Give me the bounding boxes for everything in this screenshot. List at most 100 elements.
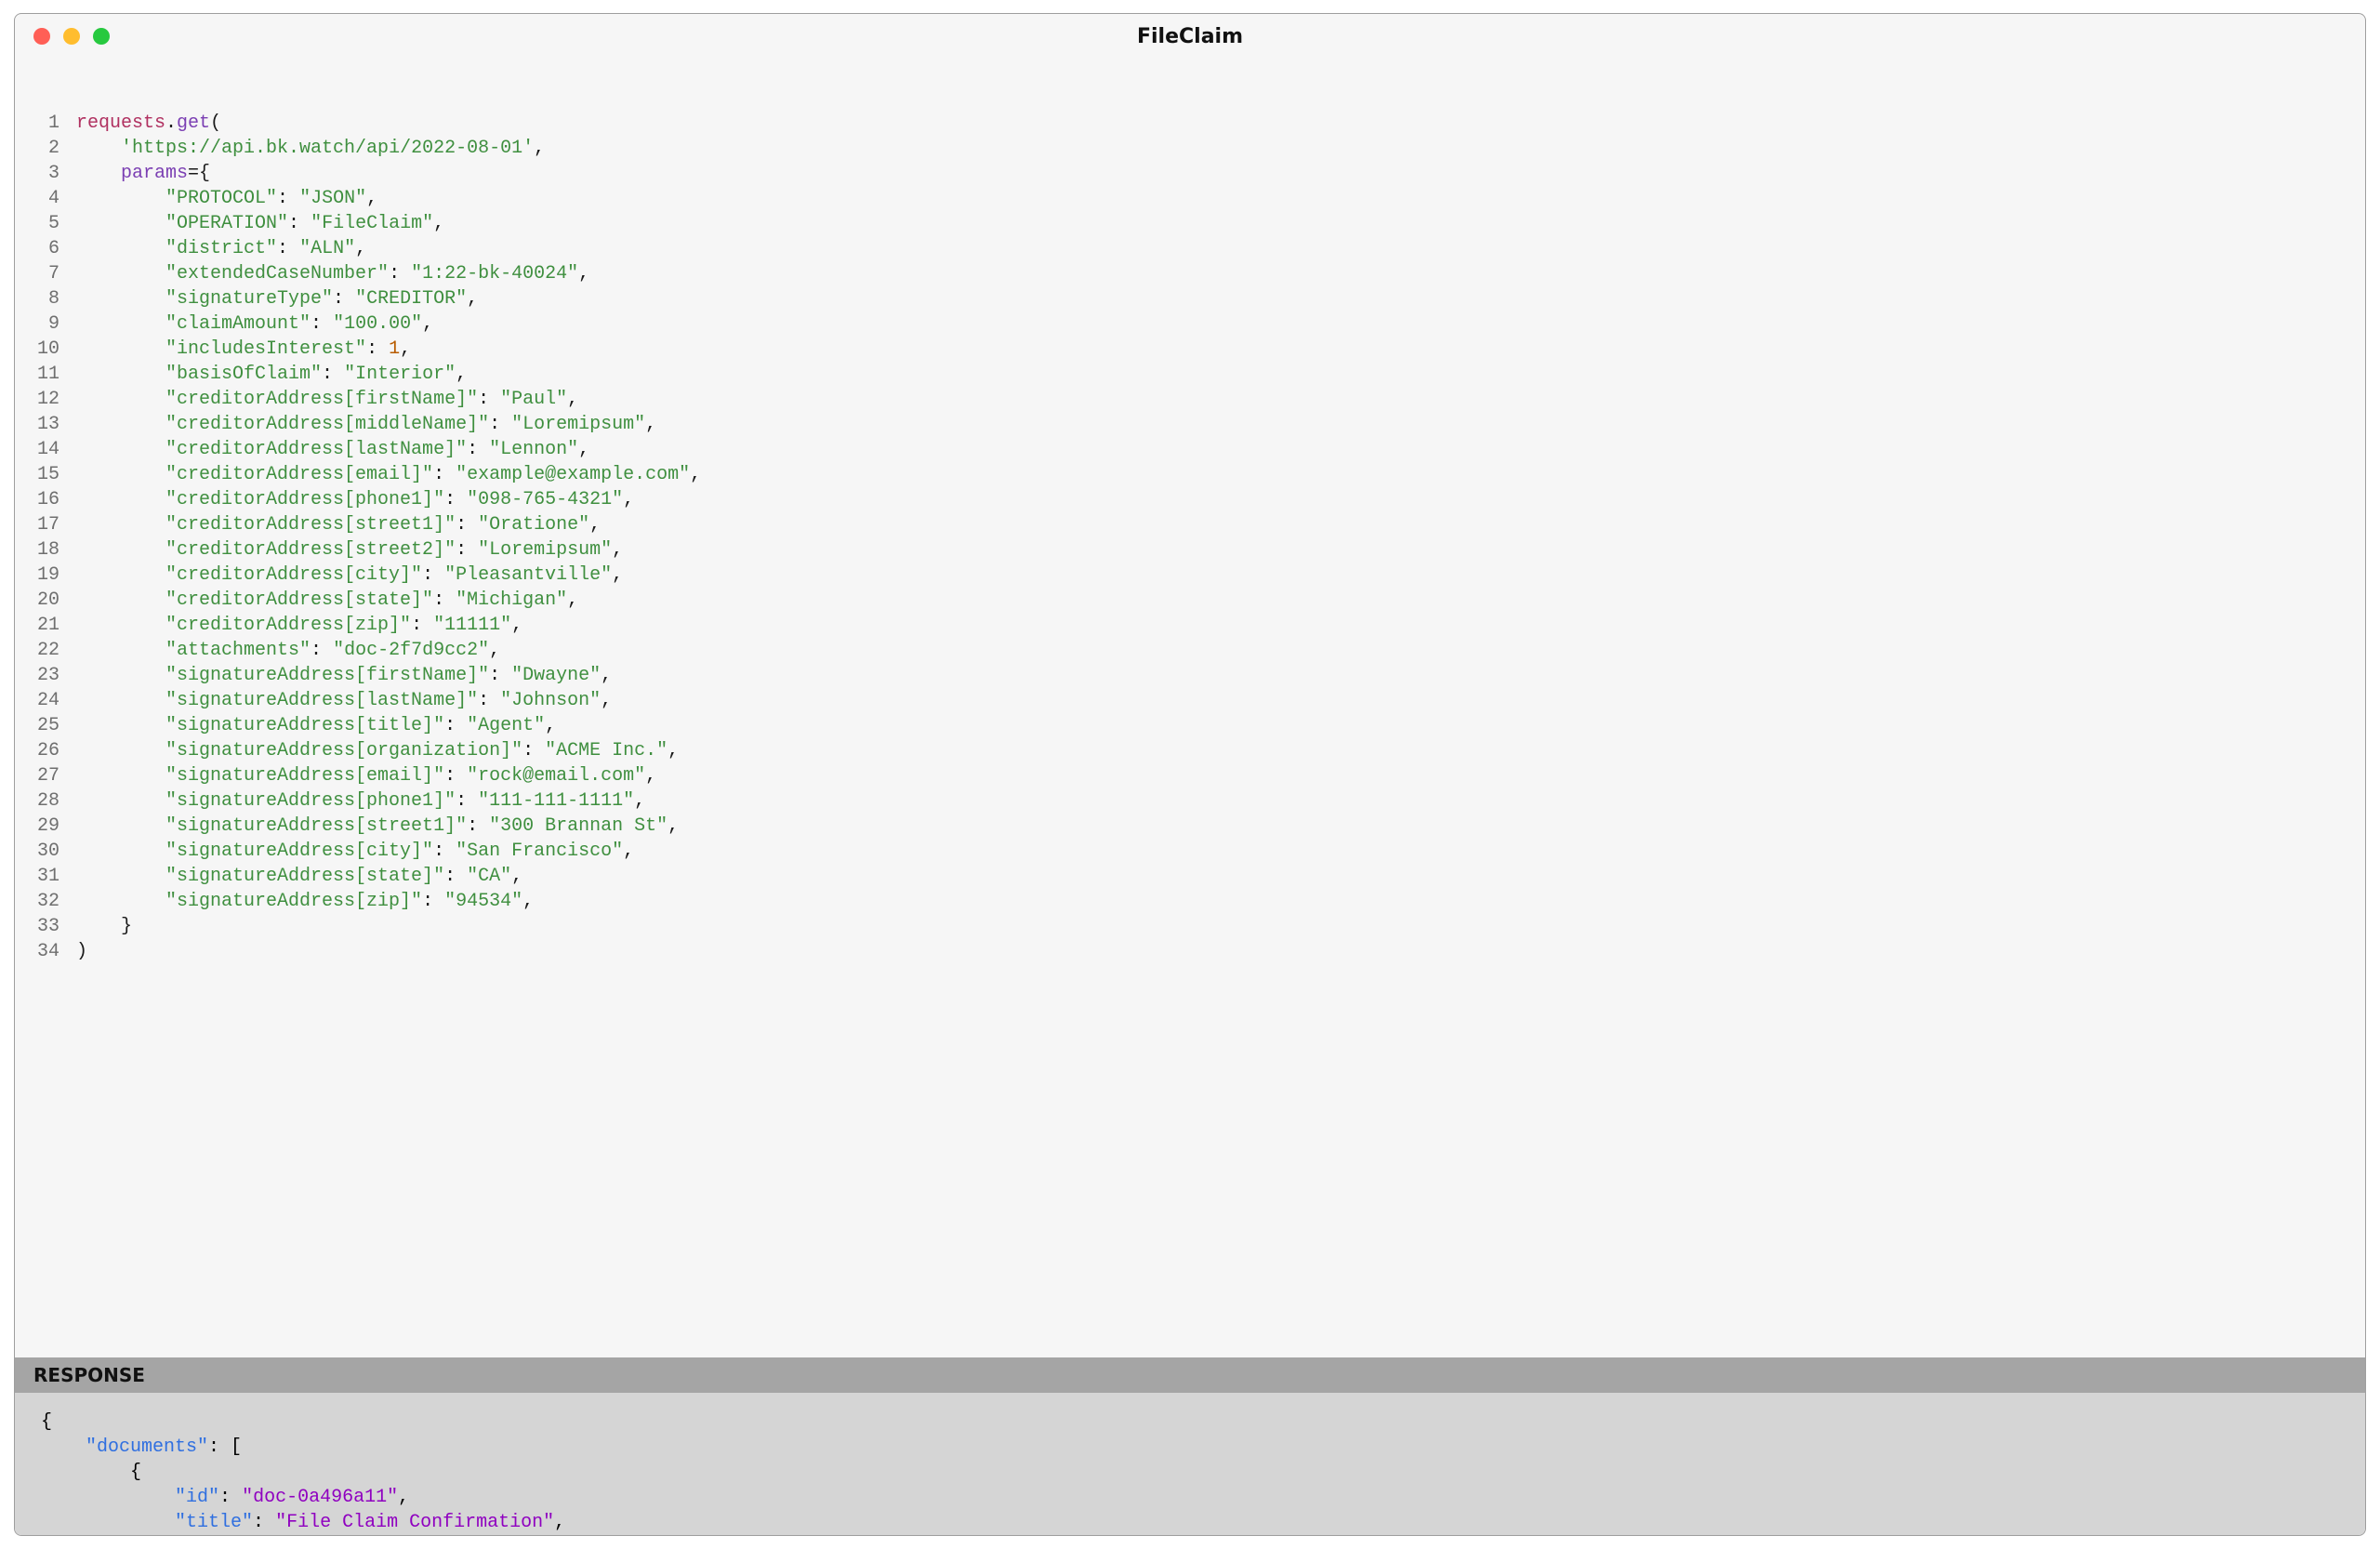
code-text: "creditorAddress[street1]": "Oratione", — [76, 512, 601, 537]
code-line: 2 'https://api.bk.watch/api/2022-08-01', — [15, 136, 2365, 161]
window-controls — [33, 14, 110, 59]
code-line: 22 "attachments": "doc-2f7d9cc2", — [15, 638, 2365, 663]
code-text: "creditorAddress[lastName]": "Lennon", — [76, 437, 589, 462]
code-text: 'https://api.bk.watch/api/2022-08-01', — [76, 136, 545, 161]
line-number: 6 — [15, 236, 76, 261]
code-text: "creditorAddress[zip]": "11111", — [76, 613, 522, 638]
code-text: "signatureAddress[title]": "Agent", — [76, 713, 556, 738]
code-line: 34) — [15, 939, 2365, 964]
line-number: 26 — [15, 738, 76, 763]
code-text: "claimAmount": "100.00", — [76, 311, 433, 337]
response-heading: RESPONSE — [15, 1357, 2365, 1393]
line-number: 23 — [15, 663, 76, 688]
code-line: 15 "creditorAddress[email]": "example@ex… — [15, 462, 2365, 487]
code-line: 25 "signatureAddress[title]": "Agent", — [15, 713, 2365, 738]
code-text: "creditorAddress[email]": "example@examp… — [76, 462, 701, 487]
code-text: "signatureType": "CREDITOR", — [76, 286, 478, 311]
code-line: 33 } — [15, 914, 2365, 939]
line-number: 30 — [15, 839, 76, 864]
line-number: 20 — [15, 588, 76, 613]
code-text: "basisOfClaim": "Interior", — [76, 362, 467, 387]
line-number: 31 — [15, 864, 76, 889]
window-title: FileClaim — [1137, 25, 1243, 48]
line-number: 4 — [15, 186, 76, 211]
code-text: "PROTOCOL": "JSON", — [76, 186, 377, 211]
code-text: "extendedCaseNumber": "1:22-bk-40024", — [76, 261, 589, 286]
response-body[interactable]: { "documents": [ { "id": "doc-0a496a11",… — [15, 1393, 2365, 1535]
line-number: 8 — [15, 286, 76, 311]
line-number: 1 — [15, 111, 76, 136]
code-text: "signatureAddress[state]": "CA", — [76, 864, 522, 889]
line-number: 3 — [15, 161, 76, 186]
line-number: 7 — [15, 261, 76, 286]
line-number: 5 — [15, 211, 76, 236]
line-number: 32 — [15, 889, 76, 914]
line-number: 15 — [15, 462, 76, 487]
response-line: { — [41, 1460, 2339, 1485]
code-line: 16 "creditorAddress[phone1]": "098-765-4… — [15, 487, 2365, 512]
code-text: "signatureAddress[lastName]": "Johnson", — [76, 688, 612, 713]
line-number: 28 — [15, 788, 76, 814]
code-line: 12 "creditorAddress[firstName]": "Paul", — [15, 387, 2365, 412]
line-number: 13 — [15, 412, 76, 437]
code-text: "signatureAddress[phone1]": "111-111-111… — [76, 788, 645, 814]
code-text: "OPERATION": "FileClaim", — [76, 211, 444, 236]
response-text: "documents": [ — [41, 1435, 242, 1460]
code-text: "signatureAddress[organization]": "ACME … — [76, 738, 679, 763]
code-line: 28 "signatureAddress[phone1]": "111-111-… — [15, 788, 2365, 814]
code-text: "signatureAddress[zip]": "94534", — [76, 889, 534, 914]
line-number: 2 — [15, 136, 76, 161]
code-line: 11 "basisOfClaim": "Interior", — [15, 362, 2365, 387]
code-line: 21 "creditorAddress[zip]": "11111", — [15, 613, 2365, 638]
response-text: { — [41, 1460, 141, 1485]
response-line: "documents": [ — [41, 1435, 2339, 1460]
code-text: "includesInterest": 1, — [76, 337, 411, 362]
code-pane[interactable]: 1requests.get(2 'https://api.bk.watch/ap… — [15, 59, 2365, 1357]
line-number: 24 — [15, 688, 76, 713]
code-line: 30 "signatureAddress[city]": "San Franci… — [15, 839, 2365, 864]
code-line: 26 "signatureAddress[organization]": "AC… — [15, 738, 2365, 763]
line-number: 12 — [15, 387, 76, 412]
code-line: 9 "claimAmount": "100.00", — [15, 311, 2365, 337]
code-line: 24 "signatureAddress[lastName]": "Johnso… — [15, 688, 2365, 713]
line-number: 34 — [15, 939, 76, 964]
code-line: 7 "extendedCaseNumber": "1:22-bk-40024", — [15, 261, 2365, 286]
response-line: { — [41, 1410, 2339, 1435]
line-number: 17 — [15, 512, 76, 537]
code-line: 6 "district": "ALN", — [15, 236, 2365, 261]
code-text: params={ — [76, 161, 210, 186]
code-text: "signatureAddress[city]": "San Francisco… — [76, 839, 634, 864]
code-line: 20 "creditorAddress[state]": "Michigan", — [15, 588, 2365, 613]
response-line: "id": "doc-0a496a11", — [41, 1485, 2339, 1510]
line-number: 21 — [15, 613, 76, 638]
line-number: 14 — [15, 437, 76, 462]
response-text: { — [41, 1410, 52, 1435]
line-number: 29 — [15, 814, 76, 839]
code-line: 8 "signatureType": "CREDITOR", — [15, 286, 2365, 311]
code-text: "creditorAddress[phone1]": "098-765-4321… — [76, 487, 634, 512]
code-line: 31 "signatureAddress[state]": "CA", — [15, 864, 2365, 889]
maximize-icon[interactable] — [93, 28, 110, 45]
line-number: 27 — [15, 763, 76, 788]
titlebar: FileClaim — [15, 14, 2365, 59]
response-line: "title": "File Claim Confirmation", — [41, 1510, 2339, 1535]
code-text: "attachments": "doc-2f7d9cc2", — [76, 638, 500, 663]
code-text: "creditorAddress[firstName]": "Paul", — [76, 387, 578, 412]
code-text: "creditorAddress[state]": "Michigan", — [76, 588, 578, 613]
minimize-icon[interactable] — [63, 28, 80, 45]
code-line: 23 "signatureAddress[firstName]": "Dwayn… — [15, 663, 2365, 688]
line-number: 10 — [15, 337, 76, 362]
close-icon[interactable] — [33, 28, 50, 45]
line-number: 11 — [15, 362, 76, 387]
code-text: "creditorAddress[street2]": "Loremipsum"… — [76, 537, 623, 563]
code-line: 27 "signatureAddress[email]": "rock@emai… — [15, 763, 2365, 788]
code-line: 4 "PROTOCOL": "JSON", — [15, 186, 2365, 211]
code-line: 13 "creditorAddress[middleName]": "Lorem… — [15, 412, 2365, 437]
line-number: 22 — [15, 638, 76, 663]
code-text: ) — [76, 939, 87, 964]
code-line: 32 "signatureAddress[zip]": "94534", — [15, 889, 2365, 914]
line-number: 19 — [15, 563, 76, 588]
response-text: "id": "doc-0a496a11", — [41, 1485, 409, 1510]
line-number: 16 — [15, 487, 76, 512]
line-number: 9 — [15, 311, 76, 337]
